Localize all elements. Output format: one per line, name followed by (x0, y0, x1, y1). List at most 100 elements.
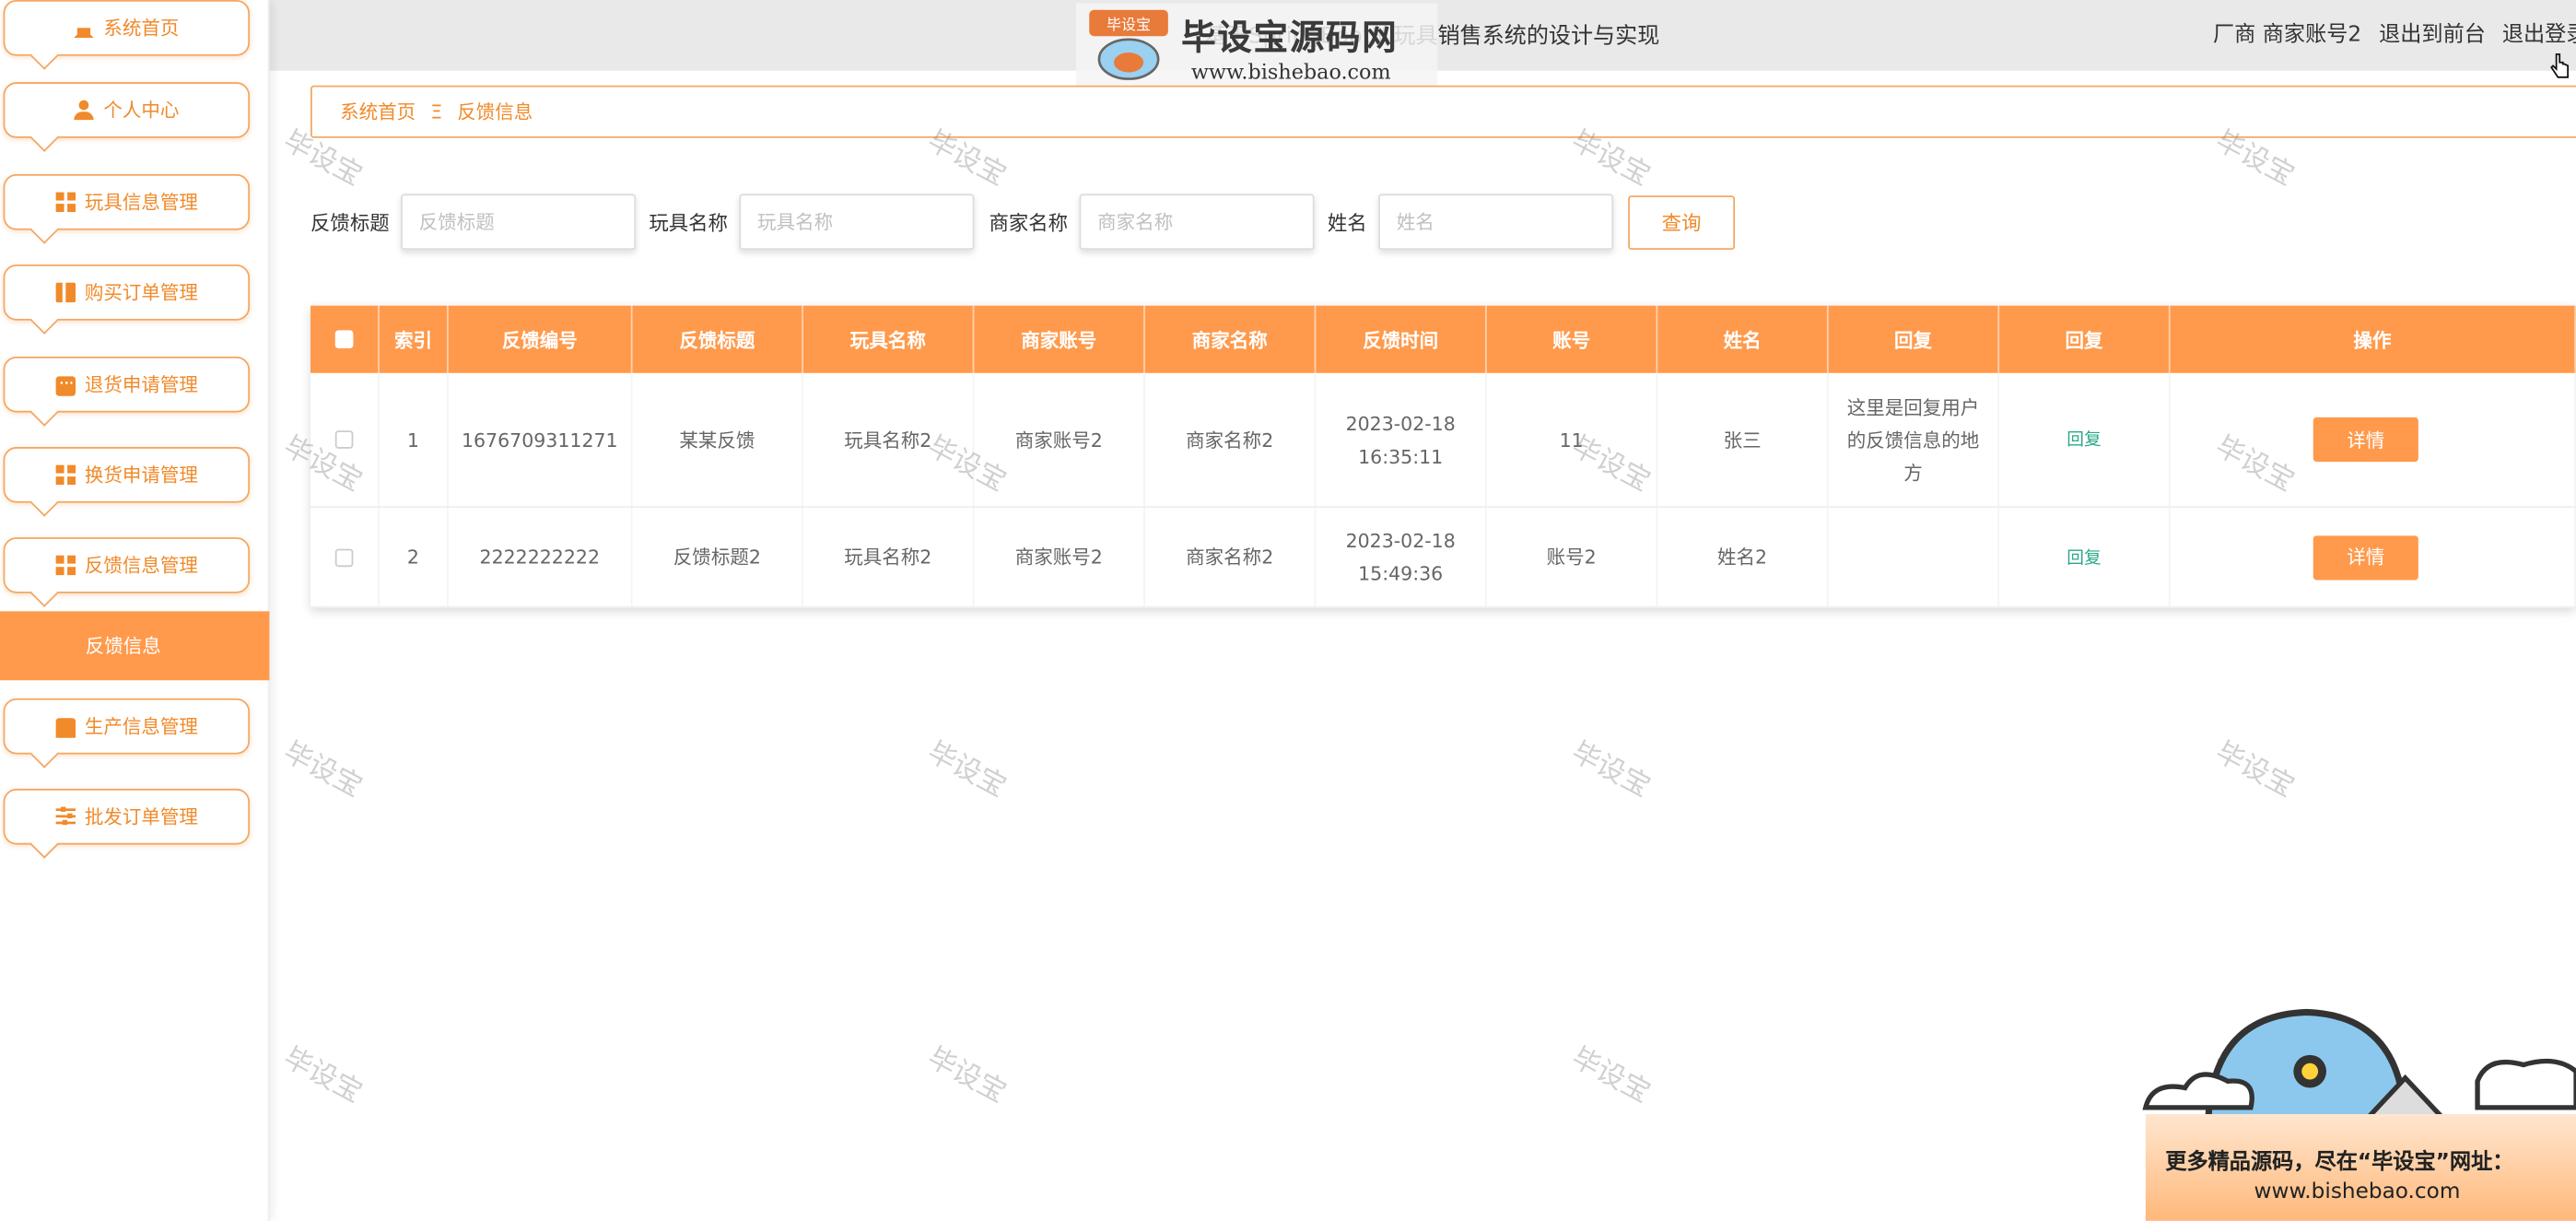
watermark: 毕设宝 (2209, 735, 2300, 804)
search-button[interactable]: 查询 (1628, 195, 1736, 251)
detail-button[interactable]: 详情 (2313, 417, 2418, 463)
column-header: 商家名称 (1145, 305, 1317, 373)
row-checkbox[interactable] (334, 547, 354, 567)
column-header: 账号 (1487, 305, 1658, 373)
site-logo: 毕设宝 毕设宝源码网 www.bishebao.com (1075, 3, 1438, 86)
column-header: 玩具名称 (803, 305, 975, 373)
breadcrumb-home[interactable]: 系统首页 (340, 99, 416, 125)
mascot-icon (2142, 1008, 2576, 1131)
cell-actions: 详情 (2171, 508, 2576, 607)
cell-toy: 玩具名称2 (803, 508, 975, 607)
detail-button[interactable]: 详情 (2313, 534, 2418, 580)
logo-name: 毕设宝源码网 (1181, 18, 1399, 58)
cell-merchant-account: 商家账号2 (974, 508, 1145, 607)
hand-cursor-icon (2550, 53, 2570, 78)
current-user: 厂商 商家账号2 (2212, 22, 2362, 48)
breadcrumb-separator: Ξ (430, 100, 443, 123)
cell-merchant-name: 商家名称2 (1145, 372, 1317, 507)
watermark: 毕设宝 (921, 735, 1012, 804)
grid-icon (54, 555, 76, 576)
sidebar-item-wholesale[interactable]: 批发订单管理 (3, 788, 251, 859)
search-label-title: 反馈标题 (310, 212, 390, 235)
cell-index: 2 (380, 508, 449, 607)
table-row: 1 1676709311271 某某反馈 玩具名称2 商家账号2 商家名称2 2… (310, 372, 2576, 509)
watermark: 毕设宝 (1565, 1041, 1656, 1110)
cell-time: 2023-02-18 16:35:11 (1316, 372, 1487, 507)
app-root: 基于SpringBoot的玩具销售系统的设计与实现 厂商 商家账号2 退出到前台… (0, 0, 2576, 1221)
grid-icon (54, 192, 76, 213)
column-header: 反馈时间 (1316, 305, 1487, 373)
sidebar-item-feedback[interactable]: 反馈信息管理 (3, 537, 251, 607)
column-header: 回复 (1829, 305, 2000, 373)
feedback-table: 索引 反馈编号 反馈标题 玩具名称 商家账号 商家名称 反馈时间 账号 姓名 回… (310, 305, 2576, 608)
logo-url: www.bishebao.com (1190, 59, 1391, 84)
logo-badge-icon: 毕设宝 (1089, 9, 1168, 80)
sidebar-item-toy-info[interactable]: 玩具信息管理 (3, 174, 251, 244)
sidebar-item-exchanges[interactable]: 换货申请管理 (3, 447, 251, 517)
sidebar-item-returns[interactable]: 退货申请管理 (3, 356, 251, 427)
search-input-toy[interactable] (739, 194, 975, 251)
sidebar-item-label: 退货申请管理 (84, 372, 198, 396)
row-checkbox[interactable] (334, 430, 354, 449)
cell-account: 11 (1487, 372, 1658, 507)
cell-name: 张三 (1657, 372, 1829, 507)
sidebar-item-label: 玩具信息管理 (84, 190, 198, 214)
cell-index: 1 (380, 372, 449, 507)
cell-reply-link: 回复 (1999, 372, 2171, 507)
search-label-merchant: 商家名称 (989, 212, 1069, 235)
watermark: 毕设宝 (1565, 735, 1656, 804)
table-row: 2 2222222222 反馈标题2 玩具名称2 商家账号2 商家名称2 202… (310, 508, 2576, 608)
sidebar-item-production[interactable]: 生产信息管理 (3, 698, 251, 769)
watermark: 毕设宝 (277, 735, 368, 804)
breadcrumb-current: 反馈信息 (457, 100, 533, 123)
search-input-name[interactable] (1378, 194, 1614, 251)
home-icon (74, 18, 94, 39)
reply-link[interactable]: 回复 (2067, 428, 2101, 452)
sidebar-item-label: 换货申请管理 (84, 463, 198, 487)
to-front-link[interactable]: 退出到前台 (2379, 17, 2486, 48)
sidebar-item-label: 个人中心 (103, 98, 180, 122)
table-header: 索引 反馈编号 反馈标题 玩具名称 商家账号 商家名称 反馈时间 账号 姓名 回… (310, 305, 2576, 373)
sliders-icon (54, 806, 76, 827)
sidebar-item-profile[interactable]: 个人中心 (3, 82, 251, 152)
sidebar-item-label: 批发订单管理 (84, 804, 198, 828)
search-label-name: 姓名 (1327, 212, 1367, 235)
cell-reply-text: 这里是回复用户的反馈信息的地方 (1829, 372, 2000, 507)
column-header: 反馈编号 (449, 305, 633, 373)
sidebar-item-purchase-orders[interactable]: 购买订单管理 (3, 264, 251, 335)
cell-title: 反馈标题2 (633, 508, 803, 607)
sidebar-item-label: 生产信息管理 (84, 714, 198, 738)
reply-link[interactable]: 回复 (2067, 545, 2101, 569)
cell-merchant-account: 商家账号2 (974, 372, 1145, 507)
column-header: 商家账号 (974, 305, 1145, 373)
cell-time: 2023-02-18 15:49:36 (1316, 508, 1487, 607)
search-input-title[interactable] (401, 194, 637, 251)
search-label-toy: 玩具名称 (649, 212, 728, 235)
cell-name: 姓名2 (1657, 508, 1829, 607)
user-icon (74, 100, 94, 121)
cell-code: 1676709311271 (449, 372, 633, 507)
sidebar-subitem-feedback-info[interactable]: 反馈信息 (0, 611, 270, 681)
row-select-cell (310, 372, 380, 507)
promo-url: www.bishebao.com (2254, 1180, 2461, 1205)
logout-link[interactable]: 退出登录 (2502, 17, 2576, 48)
sidebar: 系统首页 个人中心 玩具信息管理 购买订单管理 退货申请管理 换货申请管理 反馈… (0, 0, 270, 1221)
search-input-merchant[interactable] (1079, 194, 1315, 251)
cell-actions: 详情 (2171, 372, 2576, 507)
promo-banner[interactable]: 更多精品源码，尽在“毕设宝”网址： www.bishebao.com (2145, 1114, 2576, 1221)
select-all-checkbox[interactable] (334, 330, 354, 349)
breadcrumb: 系统首页 Ξ 反馈信息 (310, 85, 2576, 138)
sidebar-item-home[interactable]: 系统首页 (3, 0, 251, 70)
column-header: 索引 (380, 305, 449, 373)
column-header: 反馈标题 (633, 305, 803, 373)
cell-account: 账号2 (1487, 508, 1658, 607)
cell-reply-link: 回复 (1999, 508, 2171, 607)
sidebar-item-label: 反馈信息管理 (84, 553, 198, 577)
row-select-cell (310, 508, 380, 607)
grid-icon (54, 464, 76, 486)
svg-text:毕设宝: 毕设宝 (1107, 16, 1151, 33)
promo-text: 更多精品源码，尽在“毕设宝”网址： (2165, 1150, 2514, 1175)
cell-title: 某某反馈 (633, 372, 803, 507)
cell-merchant-name: 商家名称2 (1145, 508, 1317, 607)
watermark: 毕设宝 (921, 1041, 1012, 1110)
